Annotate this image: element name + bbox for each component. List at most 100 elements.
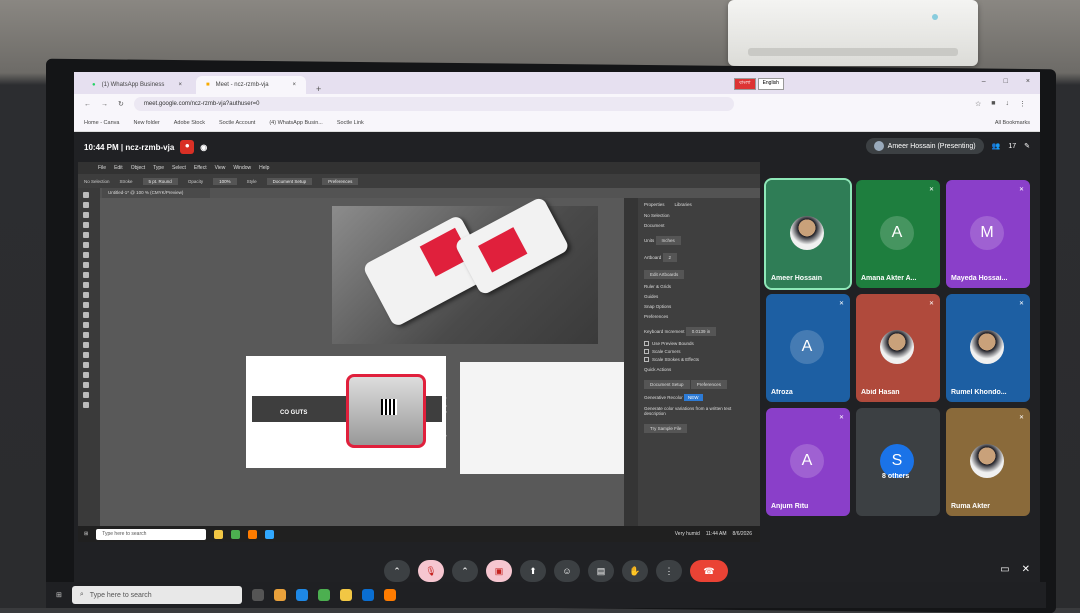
illustrator-icon[interactable] [248, 530, 257, 539]
menu-item[interactable]: Edit [114, 165, 123, 171]
selection-tool-icon[interactable] [83, 192, 89, 198]
back-icon[interactable]: ← [84, 101, 91, 108]
menu-item[interactable]: Type [153, 165, 164, 171]
participant-tile[interactable]: S8 others [856, 408, 940, 516]
type-tool-icon[interactable] [83, 232, 89, 238]
control-opacity[interactable]: Opacity [188, 179, 203, 184]
explorer-icon[interactable] [214, 530, 223, 539]
width-tool-icon[interactable] [83, 312, 89, 318]
checkbox-box[interactable] [644, 341, 649, 346]
store-icon[interactable] [340, 589, 352, 601]
shape-builder-icon[interactable] [83, 332, 89, 338]
pin-icon[interactable]: ✎ [1024, 142, 1030, 150]
bookmark-item[interactable]: Home - Canva [84, 120, 119, 126]
reload-icon[interactable]: ↻ [118, 100, 124, 108]
rotate-tool-icon[interactable] [83, 292, 89, 298]
units-select[interactable]: Inches [656, 236, 681, 245]
artboard-canvas[interactable]: CO GUTS Digital Marketing Agency [100, 198, 636, 528]
line-tool-icon[interactable] [83, 242, 89, 248]
windows-icon[interactable]: ⊞ [84, 531, 88, 537]
preferences-qa-button[interactable]: Preferences [691, 380, 727, 389]
document-setup-qa-button[interactable]: Document Setup [644, 380, 690, 389]
chrome-icon[interactable] [231, 530, 240, 539]
document-tab[interactable]: Untitled-1* @ 100 % (CMYK/Preview) [102, 188, 210, 198]
eraser-tool-icon[interactable] [83, 282, 89, 288]
chrome-icon[interactable] [318, 589, 330, 601]
gradient-tool-icon[interactable] [83, 342, 89, 348]
menu-item[interactable]: Effect [194, 165, 207, 171]
download-icon[interactable]: ↓ [1006, 100, 1010, 108]
menu-item[interactable]: Object [131, 165, 145, 171]
bookmark-item[interactable]: Soctle Link [337, 120, 364, 126]
participant-tile[interactable]: ✕AAfroza [766, 294, 850, 402]
colorful-app-icon[interactable] [274, 589, 286, 601]
free-transform-icon[interactable] [83, 322, 89, 328]
participant-tile[interactable]: ✕MMayeda Hossai... [946, 180, 1030, 288]
try-sample-button[interactable]: Try Sample File [644, 424, 687, 433]
menu-item[interactable]: Select [172, 165, 186, 171]
new-tab-button[interactable]: + [310, 84, 327, 94]
edge-icon[interactable] [296, 589, 308, 601]
artboard-back[interactable] [460, 362, 638, 474]
leave-call-button[interactable]: ☎ [690, 560, 728, 582]
chevron-up-icon[interactable]: ⌃ [384, 560, 410, 582]
people-icon[interactable]: 👥 [992, 142, 1001, 150]
participant-tile[interactable]: ✕AAnjum Ritu [766, 408, 850, 516]
keyboard-switcher[interactable]: বাংলাEnglish [734, 78, 784, 90]
pencil-tool-icon[interactable] [83, 272, 89, 278]
emoji-button[interactable]: ☺ [554, 560, 580, 582]
direct-select-icon[interactable] [83, 202, 89, 208]
fill-stroke-icon[interactable] [83, 402, 89, 408]
participant-tile[interactable]: ✕AAmana Akter A... [856, 180, 940, 288]
participant-tile[interactable]: ✕Ruma Akter [946, 408, 1030, 516]
artboard-select[interactable]: 2 [663, 253, 678, 262]
present-button[interactable]: ⬆ [520, 560, 546, 582]
lang-english[interactable]: English [758, 78, 784, 90]
scale-tool-icon[interactable] [83, 302, 89, 308]
menu-item[interactable]: View [215, 165, 226, 171]
shared-search-box[interactable]: Type here to search [96, 529, 206, 540]
participant-tile[interactable]: ✕Abid Hasan [856, 294, 940, 402]
control-style[interactable]: Style [247, 179, 257, 184]
pen-tool-icon[interactable] [83, 212, 89, 218]
document-setup-button[interactable]: Document Setup [267, 178, 313, 185]
maximize-icon[interactable]: □ [1004, 78, 1008, 85]
rectangle-tool-icon[interactable] [83, 252, 89, 258]
close-icon[interactable]: × [292, 82, 296, 88]
scale-corners-checkbox[interactable]: Scale Corners [644, 349, 754, 354]
menu-item[interactable]: Help [259, 165, 269, 171]
tab-libraries[interactable]: Libraries [675, 202, 692, 207]
checkbox-box[interactable] [644, 349, 649, 354]
zoom-tool-icon[interactable] [83, 392, 89, 398]
hand-tool-icon[interactable] [83, 382, 89, 388]
menu-item[interactable]: Window [233, 165, 251, 171]
artboard-front[interactable]: CO GUTS Digital Marketing Agency [246, 356, 446, 468]
all-bookmarks[interactable]: All Bookmarks [995, 120, 1040, 126]
tab-whatsapp[interactable]: ●(1) WhatsApp Business× [82, 76, 192, 94]
participant-tile[interactable]: ✕Rumel Khondo... [946, 294, 1030, 402]
star-icon[interactable]: ☆ [975, 100, 981, 108]
menu-item[interactable]: File [98, 165, 106, 171]
menu-dots-icon[interactable]: ⋮ [1019, 100, 1026, 108]
curvature-icon[interactable] [83, 222, 89, 228]
opacity-field[interactable]: 100% [213, 178, 237, 185]
task-view-icon[interactable] [252, 589, 264, 601]
scale-strokes-checkbox[interactable]: Scale Strokes & Effects [644, 357, 754, 362]
more-options-button[interactable]: ⋮ [656, 560, 682, 582]
extension-icon[interactable]: ■ [991, 100, 995, 108]
preview-bounds-checkbox[interactable]: Use Preview Bounds [644, 341, 754, 346]
mic-off-button[interactable]: 🎙 [418, 560, 444, 582]
close-icon[interactable]: × [178, 82, 182, 88]
brush-field[interactable]: 5 pt. Round [143, 178, 178, 185]
chevron-up-icon[interactable]: ⌃ [452, 560, 478, 582]
photoshop-icon[interactable] [265, 530, 274, 539]
captions-button[interactable]: ▤ [588, 560, 614, 582]
participant-tile[interactable]: Ameer Hossain [766, 180, 850, 288]
close-window-icon[interactable]: × [1026, 78, 1030, 85]
presenting-pill[interactable]: Ameer Hossain (Presenting) [866, 138, 984, 154]
bookmark-item[interactable]: Adobe Stock [174, 120, 205, 126]
checkbox-box[interactable] [644, 357, 649, 362]
mail-icon[interactable] [362, 589, 374, 601]
chat-icon[interactable]: ▭ [1000, 564, 1009, 575]
tab-properties[interactable]: Properties [644, 202, 665, 207]
